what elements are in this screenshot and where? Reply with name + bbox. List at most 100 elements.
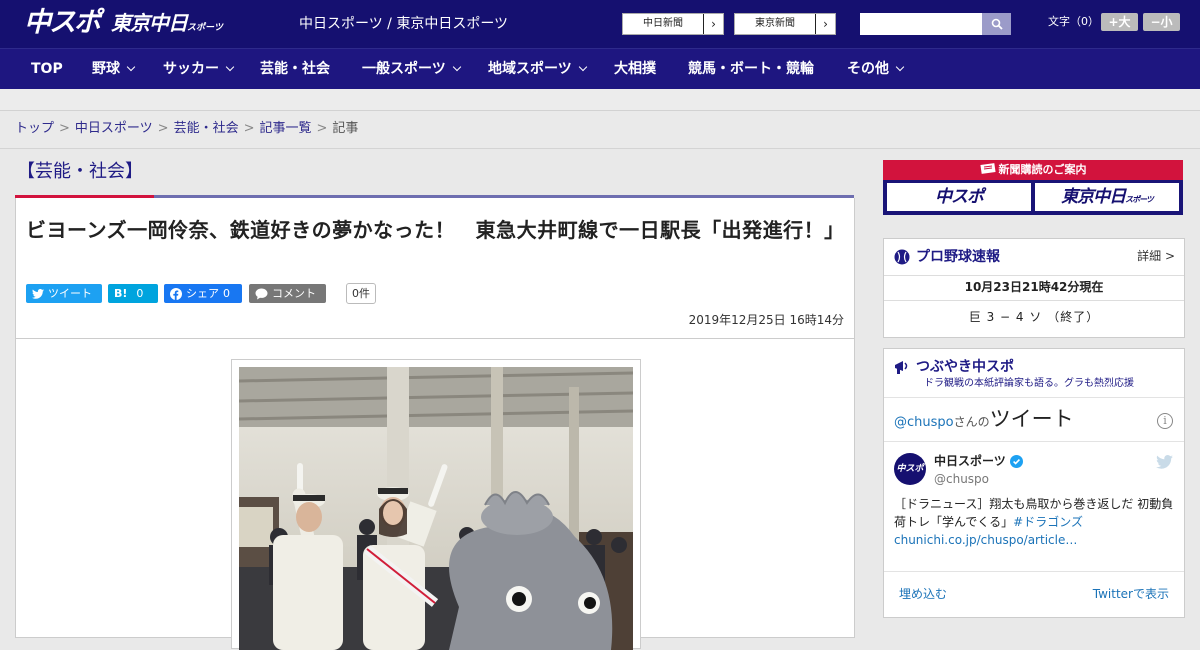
baseball-divider: [884, 300, 1184, 301]
nav-item-entertainment[interactable]: 芸能・社会: [260, 49, 330, 90]
baseball-divider: [884, 275, 1184, 276]
article-date: 2019年12月25日 16時14分: [688, 313, 844, 327]
twitter-box-title: つぶやき中スポ: [916, 359, 1014, 375]
chevron-down-icon: [126, 62, 136, 72]
hatena-bookmark-button[interactable]: B! 0: [108, 284, 158, 303]
breadcrumb-chunichi-sports[interactable]: 中日スポーツ: [75, 121, 153, 136]
search-input[interactable]: [860, 13, 982, 35]
font-size-decrease-button[interactable]: −小: [1143, 13, 1180, 31]
chunichi-shimbun-link[interactable]: 中日新聞 ›: [622, 13, 724, 35]
twitter-box-subtitle: ドラ観戦の本紙評論家も語る。グラも熱烈応援: [924, 378, 1134, 389]
search-button[interactable]: [982, 13, 1011, 35]
nav-item-label: 地域スポーツ: [488, 61, 572, 77]
sub-nav-bar: [0, 89, 1200, 111]
breadcrumb-separator: >: [316, 121, 328, 136]
nav-item-top[interactable]: TOP: [31, 49, 63, 90]
tweet-hashtag[interactable]: #ドラゴンズ: [1013, 515, 1083, 529]
breadcrumb: トップ > 中日スポーツ > 芸能・社会 > 記事一覧 > 記事: [0, 111, 1200, 149]
facebook-share-count: 0: [223, 287, 230, 300]
nav-item-label: その他: [847, 61, 889, 77]
subscription-banner[interactable]: 新聞購読のご案内 中スポ 東京中日スポーツ: [883, 160, 1183, 215]
nav-item-racing[interactable]: 競馬・ボート・競輪: [688, 49, 814, 90]
baseball-score-box: プロ野球速報 詳細 > 10月23日21時42分現在 巨 3 − 4 ソ （終了…: [883, 238, 1185, 338]
tokyo-shimbun-label: 東京新聞: [755, 18, 795, 29]
comment-button[interactable]: コメント: [249, 284, 326, 303]
hatena-icon: B!: [114, 287, 128, 300]
tokyo-logo-small: スポーツ: [187, 23, 223, 33]
nav-item-general-sports[interactable]: 一般スポーツ: [362, 49, 461, 90]
breadcrumb-current: 記事: [332, 121, 359, 136]
tweet-button[interactable]: ツイート: [26, 284, 102, 303]
nav-item-other[interactable]: その他: [847, 49, 905, 90]
twitter-box-header: つぶやき中スポ: [894, 357, 1014, 377]
article-title: ビヨーンズ一岡伶奈、鉄道好きの夢かなった！ 東急大井町線で一日駅長「出発進行！」: [26, 218, 845, 242]
newspaper-icon: [979, 163, 996, 174]
chuspo-logo[interactable]: 中スポ: [24, 6, 101, 40]
baseball-score[interactable]: 巨 3 − 4 ソ （終了）: [884, 307, 1184, 327]
font-size-label: 文字（0）: [1048, 15, 1099, 28]
breadcrumb-separator: >: [59, 121, 70, 136]
twitter-account-name[interactable]: 中日スポーツ: [934, 453, 1023, 470]
baseball-box-title: プロ野球速報: [916, 249, 1000, 265]
font-size-increase-button[interactable]: +大: [1101, 13, 1138, 31]
breadcrumb-article-list[interactable]: 記事一覧: [260, 121, 312, 136]
subscribe-tokyo-small: スポーツ: [1125, 195, 1154, 204]
hatena-count: 0: [136, 287, 144, 300]
twitter-divider: [884, 441, 1184, 442]
twitter-handle-suffix: さんの: [953, 415, 990, 429]
comment-bubble-icon: [255, 288, 268, 299]
chevron-right-icon: ›: [815, 14, 835, 34]
megaphone-icon: [895, 361, 908, 374]
subscription-title-text: 新聞購読のご案内: [998, 163, 1087, 176]
nav-item-baseball[interactable]: 野球: [92, 49, 136, 90]
facebook-share-label: シェア: [186, 287, 219, 300]
tweet-text: ［ドラニュース］翔太も鳥取から巻き返しだ 初動負荷トレ「学んでくる」#ドラゴンズ…: [894, 495, 1177, 549]
nav-item-soccer[interactable]: サッカー: [163, 49, 235, 90]
main-nav: TOP 野球 サッカー 芸能・社会 一般スポーツ 地域スポーツ 大相撲 競馬・ボ…: [0, 48, 1200, 89]
site-header: 中スポ 東京中日スポーツ 中日スポーツ / 東京中日スポーツ 中日新聞 › 東京…: [0, 0, 1200, 48]
station-photo-illustration: [239, 367, 633, 650]
twitter-bird-icon: [1156, 455, 1173, 469]
subscribe-tokyo-text: 東京中日: [1061, 187, 1126, 207]
subscription-banner-title: 新聞購読のご案内: [883, 160, 1183, 180]
baseball-icon: [894, 249, 910, 265]
chevron-down-icon: [578, 62, 587, 72]
tokyo-shimbun-link[interactable]: 東京新聞 ›: [734, 13, 836, 35]
tokyo-chunichi-logo[interactable]: 東京中日スポーツ: [111, 10, 223, 41]
breadcrumb-separator: >: [243, 121, 255, 136]
tweet-link[interactable]: chunichi.co.jp/chuspo/article…: [894, 533, 1077, 547]
nav-item-local-sports[interactable]: 地域スポーツ: [488, 49, 587, 90]
nav-item-sumo[interactable]: 大相撲: [614, 49, 656, 90]
chevron-down-icon: [452, 62, 461, 72]
baseball-detail-link[interactable]: 詳細 >: [1137, 247, 1175, 264]
twitter-account-handle[interactable]: @chuspo: [934, 471, 989, 488]
breadcrumb-entertainment[interactable]: 芸能・社会: [174, 121, 239, 136]
facebook-share-button[interactable]: シェア 0: [164, 284, 242, 303]
nav-item-label: サッカー: [163, 61, 219, 77]
twitter-timeline-title: ツイート: [989, 407, 1074, 431]
nav-item-label: 競馬・ボート・競輪: [688, 61, 814, 77]
info-icon[interactable]: i: [1157, 413, 1173, 429]
nav-item-label: 野球: [92, 61, 120, 77]
twitter-embed-link[interactable]: 埋め込む: [899, 585, 947, 603]
breadcrumb-separator: >: [157, 121, 169, 136]
article-divider: [16, 338, 854, 339]
avatar[interactable]: 中スポ: [894, 453, 926, 485]
chevron-down-icon: [225, 62, 235, 72]
article-photo[interactable]: [239, 367, 633, 650]
view-on-twitter-link[interactable]: Twitterで表示: [1093, 585, 1169, 603]
site-name: 中日スポーツ / 東京中日スポーツ: [299, 16, 509, 32]
subscribe-chuspo-button[interactable]: 中スポ: [887, 183, 1031, 211]
verified-badge-icon: [1009, 455, 1023, 468]
chevron-right-icon: ›: [703, 14, 723, 34]
search-icon: [991, 18, 1003, 30]
twitter-divider: [884, 397, 1184, 398]
nav-item-label: 一般スポーツ: [362, 61, 446, 77]
subscribe-tokyo-chunichi-button[interactable]: 東京中日スポーツ: [1035, 183, 1179, 211]
facebook-icon: [170, 287, 182, 300]
nav-item-label: 芸能・社会: [260, 61, 330, 77]
breadcrumb-top[interactable]: トップ: [15, 121, 54, 136]
comment-count: 0件: [346, 283, 376, 304]
twitter-handle-link[interactable]: @chuspo: [894, 415, 954, 430]
chunichi-shimbun-label: 中日新聞: [643, 18, 683, 29]
